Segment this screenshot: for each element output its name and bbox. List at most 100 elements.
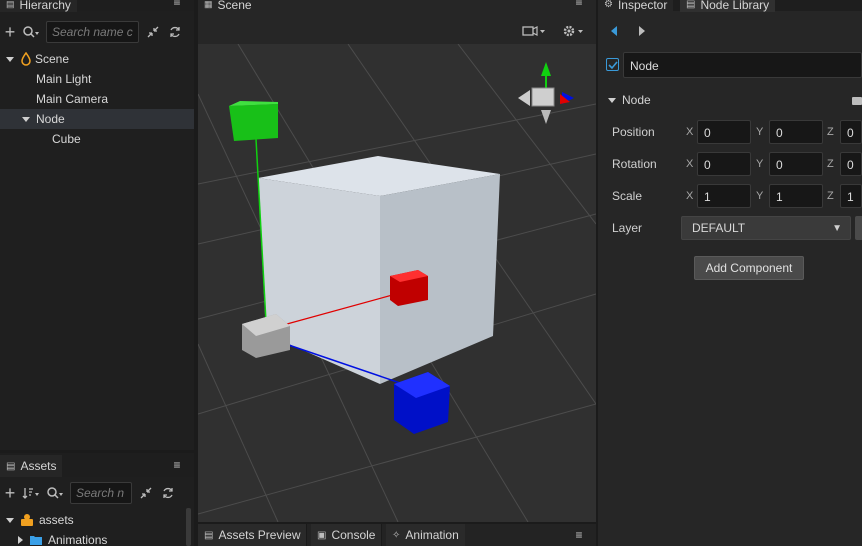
tab-label: Console bbox=[331, 528, 376, 542]
position-x-input[interactable]: 0 bbox=[697, 120, 751, 144]
scene-panel: ▦ Scene ≡ bbox=[198, 0, 596, 522]
collapse-icon[interactable] bbox=[145, 26, 161, 38]
assets-tabbar: ▤ Assets ≡ bbox=[0, 453, 194, 477]
tree-item-assets-root[interactable]: assets bbox=[0, 510, 194, 530]
tab-assets-preview[interactable]: ▤ Assets Preview bbox=[198, 524, 308, 546]
hierarchy-panel: ▤ Hierarchy ≡ + Search name c Scene Main… bbox=[0, 0, 194, 450]
position-label: Position bbox=[612, 125, 655, 139]
y-axis-handle[interactable] bbox=[229, 101, 278, 141]
sort-icon[interactable] bbox=[22, 486, 40, 500]
position-y-input[interactable]: 0 bbox=[769, 120, 823, 144]
section-caret-icon[interactable] bbox=[608, 97, 616, 103]
library-icon: ▤ bbox=[686, 0, 696, 10]
tree-item-label: Main Camera bbox=[36, 92, 109, 106]
assets-search-input[interactable]: Search n bbox=[70, 482, 132, 504]
assets-toolbar: + Search n bbox=[0, 478, 194, 508]
scene-tab-icon: ▦ bbox=[204, 0, 213, 9]
tab-inspector[interactable]: ⚙ Inspector bbox=[598, 0, 674, 12]
tab-label: Node Library bbox=[700, 0, 770, 12]
dropdown-arrow-icon: ▼ bbox=[832, 222, 842, 234]
axis-z-label: Z bbox=[827, 190, 834, 202]
tree-item-label: Node bbox=[36, 112, 65, 126]
bottom-menu-icon[interactable]: ≡ bbox=[572, 529, 586, 541]
tree-item-node[interactable]: Node bbox=[0, 109, 194, 129]
hierarchy-menu-icon[interactable]: ≡ bbox=[170, 0, 184, 8]
inspector-panel: ⚙ Inspector ▤ Node Library Node Node Pos… bbox=[598, 0, 862, 546]
search-filter-icon[interactable] bbox=[22, 25, 40, 39]
tree-item-scene[interactable]: Scene bbox=[0, 49, 194, 69]
tree-item-label: assets bbox=[39, 513, 74, 527]
gear-icon[interactable] bbox=[562, 24, 586, 38]
hierarchy-search-input[interactable]: Search name c bbox=[46, 21, 139, 43]
axis-y-label: Y bbox=[756, 126, 764, 138]
assets-scrollbar[interactable] bbox=[186, 508, 191, 546]
position-z-input[interactable]: 0 bbox=[840, 120, 862, 144]
assets-db-icon bbox=[20, 513, 34, 527]
orientation-gizmo-icon[interactable] bbox=[516, 58, 576, 128]
gear-icon: ⚙ bbox=[604, 0, 613, 10]
inspector-tabbar: ⚙ Inspector ▤ Node Library bbox=[598, 0, 862, 12]
folder-icon: ▤ bbox=[6, 460, 16, 472]
tree-item-cube[interactable]: Cube bbox=[0, 129, 194, 149]
scale-x-input[interactable]: 1 bbox=[697, 184, 751, 208]
tree-item-animations[interactable]: Animations bbox=[0, 530, 194, 546]
camera-options-icon[interactable] bbox=[522, 24, 546, 38]
tab-assets-label: Assets bbox=[20, 459, 57, 473]
axis-y-label: Y bbox=[756, 190, 764, 202]
forward-arrow-icon[interactable] bbox=[638, 25, 646, 37]
node-section-header[interactable]: Node bbox=[608, 93, 651, 107]
tree-item-main-camera[interactable]: Main Camera bbox=[0, 89, 194, 109]
hierarchy-toolbar: + Search name c bbox=[0, 17, 194, 47]
node-name-input[interactable]: Node bbox=[623, 52, 862, 78]
rotation-x-input[interactable]: 0 bbox=[697, 152, 751, 176]
layer-value: DEFAULT bbox=[692, 221, 746, 235]
x-axis-handle[interactable] bbox=[390, 270, 428, 306]
rotation-y-input[interactable]: 0 bbox=[769, 152, 823, 176]
refresh-icon[interactable] bbox=[167, 26, 183, 38]
back-arrow-icon[interactable] bbox=[610, 25, 618, 37]
layer-edit-button[interactable] bbox=[855, 216, 862, 240]
scale-label: Scale bbox=[612, 189, 643, 203]
expand-caret-icon[interactable] bbox=[6, 56, 14, 62]
rotation-z-input[interactable]: 0 bbox=[840, 152, 862, 176]
collapse-icon[interactable] bbox=[138, 487, 154, 499]
axis-y-label: Y bbox=[756, 158, 764, 170]
tab-hierarchy-label: Hierarchy bbox=[19, 0, 71, 12]
add-icon[interactable]: + bbox=[4, 22, 16, 43]
position-row: Position X 0 Y 0 Z 0 bbox=[598, 120, 862, 144]
node-active-checkbox[interactable] bbox=[606, 58, 619, 71]
tree-item-main-light[interactable]: Main Light bbox=[0, 69, 194, 89]
search-filter-icon[interactable] bbox=[46, 486, 64, 500]
scale-z-input[interactable]: 1 bbox=[840, 184, 862, 208]
hierarchy-tabbar: ▤ Hierarchy ≡ bbox=[0, 0, 194, 12]
image-icon: ▤ bbox=[204, 529, 214, 541]
scene-menu-icon[interactable]: ≡ bbox=[572, 0, 586, 8]
console-icon: ▣ bbox=[317, 529, 327, 541]
tree-item-label: Main Light bbox=[36, 72, 92, 86]
add-icon[interactable]: + bbox=[4, 483, 16, 504]
axis-z-label: Z bbox=[827, 126, 834, 138]
axis-x-label: X bbox=[686, 158, 694, 170]
layer-select[interactable]: DEFAULT ▼ bbox=[681, 216, 851, 240]
tree-item-label: Scene bbox=[35, 52, 70, 66]
check-icon bbox=[607, 60, 618, 69]
add-component-button[interactable]: Add Component bbox=[694, 256, 804, 280]
collapsed-caret-icon[interactable] bbox=[18, 536, 23, 544]
refresh-icon[interactable] bbox=[160, 487, 176, 499]
component-menu-icon[interactable] bbox=[852, 96, 862, 106]
tree-item-label: Animations bbox=[48, 533, 108, 546]
bottom-tabbar: ▤ Assets Preview ▣ Console ✧ Animation ≡ bbox=[198, 524, 596, 546]
tree-item-label: Cube bbox=[52, 132, 81, 146]
tab-console[interactable]: ▣ Console bbox=[311, 524, 383, 546]
scene-header: ▦ Scene ≡ bbox=[198, 0, 596, 44]
tab-animation[interactable]: ✧ Animation bbox=[386, 524, 465, 546]
expand-caret-icon[interactable] bbox=[22, 116, 30, 122]
axis-x-label: X bbox=[686, 126, 694, 138]
tab-scene[interactable]: ▦ Scene bbox=[198, 0, 258, 12]
scale-y-input[interactable]: 1 bbox=[769, 184, 823, 208]
tab-node-library[interactable]: ▤ Node Library bbox=[680, 0, 776, 12]
expand-caret-icon[interactable] bbox=[6, 517, 14, 523]
assets-menu-icon[interactable]: ≡ bbox=[170, 459, 184, 471]
tab-hierarchy[interactable]: ▤ Hierarchy bbox=[0, 0, 77, 12]
tab-assets[interactable]: ▤ Assets bbox=[0, 455, 63, 477]
